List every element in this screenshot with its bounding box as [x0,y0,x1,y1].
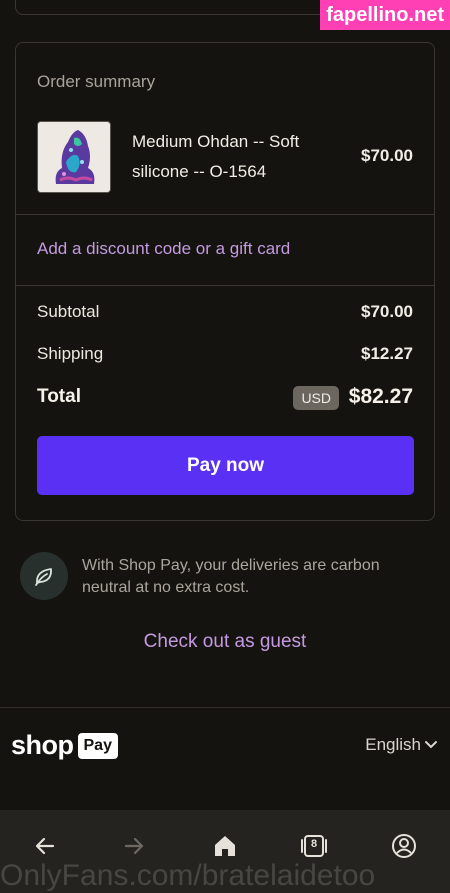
currency-badge: USD [293,386,339,410]
order-summary-title: Order summary [37,72,156,91]
language-selector[interactable]: English [365,735,438,755]
carbon-neutral-notice: With Shop Pay, your deliveries are carbo… [82,557,380,596]
discount-code-link[interactable]: Add a discount code or a gift card [37,239,290,259]
product-name-line2: silicone -- O-1564 [132,162,267,181]
product-name: Medium Ohdan -- Soft silicone -- O-1564 [132,127,342,187]
checkout-as-guest-link[interactable]: Check out as guest [0,631,450,653]
order-summary-card: Order summary Medium Ohdan -- Soft silic… [15,42,435,521]
home-icon [215,836,235,856]
language-label: English [365,735,421,754]
footer-divider [0,707,450,708]
divider [16,285,434,286]
product-price: $70.00 [361,146,413,165]
shipping-label: Shipping [37,344,104,363]
watermark-top: fapellino.net [320,0,450,30]
product-image [38,122,110,192]
pay-now-button[interactable]: Pay now [37,436,414,495]
back-icon [35,837,55,855]
watermark-bottom: OnlyFans.com/bratelaidetoo [0,859,376,892]
profile-icon [392,834,416,858]
subtotal-value: $70.00 [361,302,413,321]
chevron-down-icon [425,741,437,749]
leaf-icon [20,552,68,600]
total-label: Total [37,386,81,407]
pay-logo-box: Pay [77,732,118,759]
checkout-page: fapellino.net Order summary Medium Ohdan… [0,0,450,893]
divider [16,214,434,215]
product-name-line1: Medium Ohdan -- Soft [132,132,300,151]
tab-count: 8 [310,838,318,850]
shop-logo-word: shop [11,730,74,760]
total-value: $82.27 [348,385,413,408]
shipping-value: $12.27 [361,344,413,363]
product-thumbnail [37,121,111,193]
shop-pay-logo: shop Pay [11,730,118,761]
subtotal-label: Subtotal [37,302,100,321]
forward-icon [124,837,144,855]
